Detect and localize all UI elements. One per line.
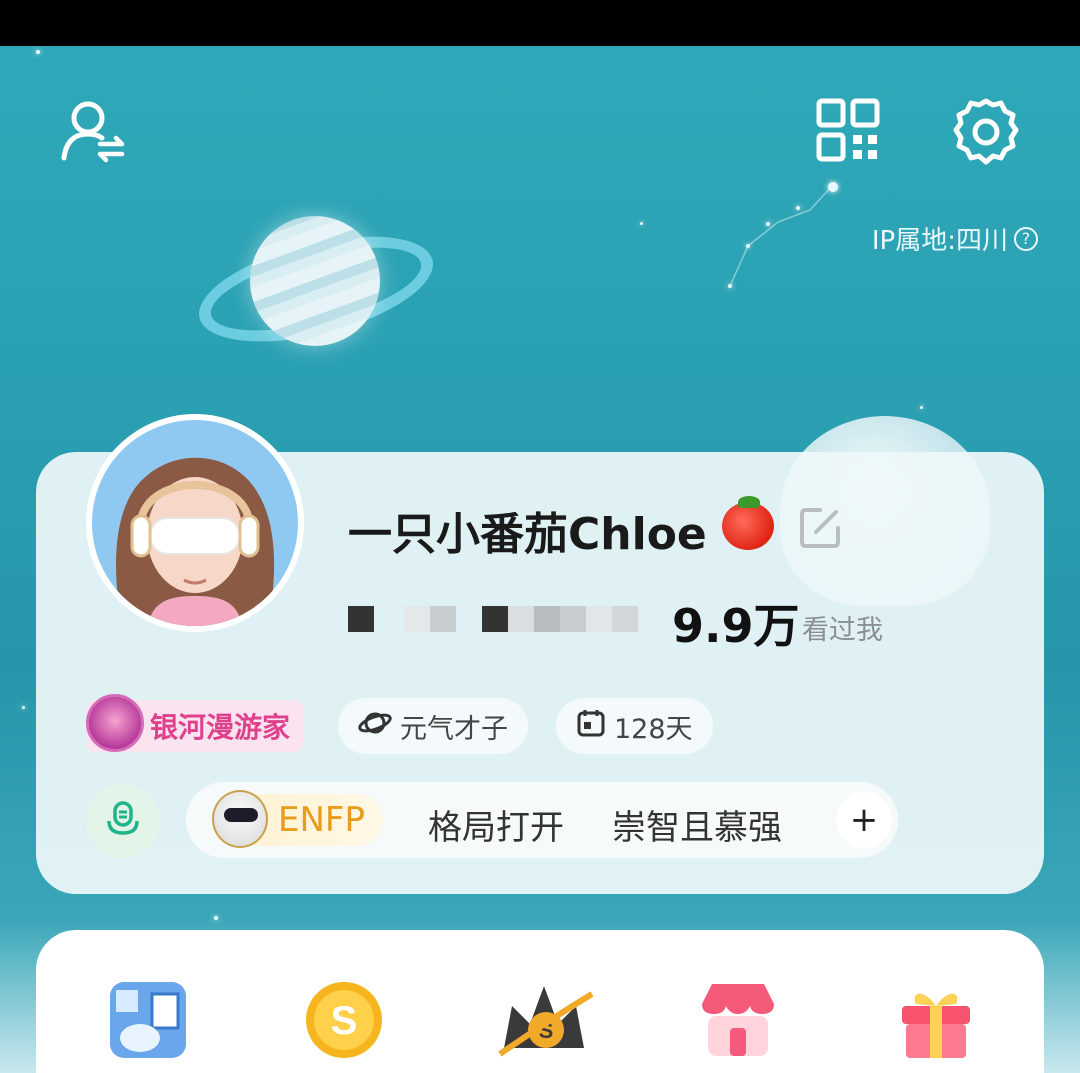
- mic-icon: [103, 799, 143, 843]
- help-icon[interactable]: ?: [1014, 226, 1038, 251]
- galaxy-badge-icon: [86, 694, 144, 752]
- trait-pill[interactable]: 元气才子: [338, 698, 528, 754]
- days-label: 128天: [614, 713, 693, 745]
- views-count[interactable]: 9.9万: [672, 590, 800, 656]
- gift-icon[interactable]: [894, 978, 978, 1062]
- tag-item[interactable]: 格局打开: [428, 800, 564, 849]
- blurred-stats: [348, 606, 638, 632]
- coin-icon[interactable]: S: [302, 978, 386, 1062]
- voice-intro-button[interactable]: [86, 784, 160, 858]
- calendar-icon: [576, 708, 606, 745]
- star-decoration: [22, 706, 25, 709]
- tag-item[interactable]: 崇智且慕强: [612, 800, 782, 849]
- nickname: 一只小番茄Chloe: [348, 509, 707, 560]
- ip-location-text: IP属地:四川: [871, 226, 1008, 256]
- edit-icon[interactable]: [798, 506, 842, 554]
- crown-coin-icon[interactable]: S: [498, 978, 594, 1062]
- switch-account-icon[interactable]: [60, 98, 126, 164]
- star-decoration: [214, 916, 218, 920]
- tomato-emoji-icon: [722, 496, 774, 550]
- add-tag-button[interactable]: +: [836, 792, 892, 848]
- trait-label: 元气才子: [400, 713, 508, 745]
- star-decoration: [640, 222, 643, 225]
- days-pill[interactable]: 128天: [556, 698, 713, 754]
- mini-program-icon[interactable]: [106, 978, 190, 1062]
- settings-gear-icon[interactable]: [950, 96, 1022, 168]
- shop-icon[interactable]: [696, 978, 780, 1062]
- avatar[interactable]: [86, 414, 304, 632]
- galaxy-badge[interactable]: 银河漫游家: [86, 694, 305, 752]
- avatar-image: [92, 420, 298, 626]
- views-label[interactable]: 看过我: [802, 608, 883, 647]
- star-decoration: [920, 406, 923, 409]
- status-bar: [0, 0, 1080, 46]
- qr-code-icon[interactable]: [816, 98, 880, 162]
- planet-icon: [358, 708, 392, 745]
- ip-location[interactable]: IP属地:四川 ?: [872, 220, 1038, 257]
- constellation-lines: [729, 185, 833, 287]
- mbti-label: ENFP: [278, 800, 365, 840]
- astronaut-icon: [212, 790, 268, 848]
- star-decoration: [36, 50, 40, 54]
- planet-decoration: [250, 216, 380, 346]
- svg-text:S: S: [331, 999, 358, 1043]
- galaxy-badge-label: 银河漫游家: [150, 711, 291, 744]
